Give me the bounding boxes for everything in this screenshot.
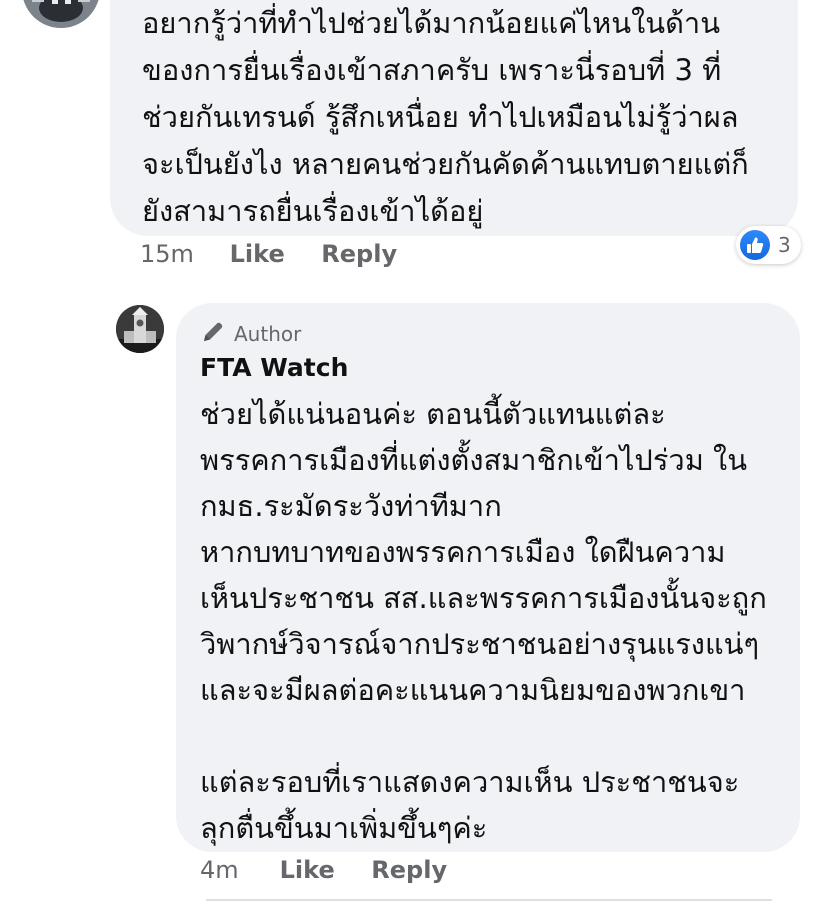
divider xyxy=(206,899,772,901)
reaction-summary[interactable]: 3 xyxy=(736,226,801,264)
comment-text: อยากรู้ว่าที่ทำไปช่วยได้มากน้อยแค่ไหนในด… xyxy=(142,0,792,235)
comment-line: ของการยื่นเรื่องเข้าสภาครับ เพราะนี่รอบท… xyxy=(142,53,722,87)
reply-button[interactable]: Reply xyxy=(321,240,397,268)
comment-line: ช่วยกันเทรนด์ รู้สึกเหนื่อย ทำไปเหมือนไม… xyxy=(142,100,739,134)
comment-line: อยากรู้ว่าที่ทำไปช่วยได้มากน้อยแค่ไหนในด… xyxy=(142,6,721,40)
reply-line: หากบทบาทของพรรคการเมือง ใดฝืนความ xyxy=(200,535,726,569)
page-avatar[interactable] xyxy=(116,305,164,353)
reply-text: ช่วยได้แน่นอนค่ะ ตอนนี้ตัวแทนแต่ละ พรรคก… xyxy=(200,391,790,851)
commenter-avatar[interactable] xyxy=(22,0,100,28)
comment-meta: 15m Like Reply xyxy=(140,240,397,268)
reply-line: กมธ.ระมัดระวังท่าทีมาก xyxy=(200,489,502,523)
author-badge-label: Author xyxy=(234,322,302,346)
reply-line xyxy=(200,713,790,759)
thumbs-up-icon xyxy=(740,230,770,260)
reply-line: ลุกตื่นขึ้นมาเพิ่มขึ้นๆค่ะ xyxy=(200,811,488,845)
reply-line: พรรคการเมืองที่แต่งตั้งสมาชิกเข้าไปร่วม … xyxy=(200,443,748,477)
like-button[interactable]: Like xyxy=(280,856,364,884)
reply-line: วิพากษ์วิจารณ์จากประชาชนอย่างรุนแรงแน่ๆ xyxy=(200,627,760,661)
author-badge: Author xyxy=(200,319,301,349)
comment-line: ยังสามารถยื่นเรื่องเข้าได้อยู่ xyxy=(142,194,484,228)
reply-meta: 4m Like Reply xyxy=(200,856,447,884)
pencil-icon xyxy=(200,319,226,349)
comment-thread: อยากรู้ว่าที่ทำไปช่วยได้มากน้อยแค่ไหนในด… xyxy=(0,0,827,905)
reply-line: ช่วยได้แน่นอนค่ะ ตอนนี้ตัวแทนแต่ละ xyxy=(200,397,666,431)
comment-timestamp[interactable]: 15m xyxy=(140,240,222,268)
comment-line: จะเป็นยังไง หลายคนช่วยกันคัดค้านแทบตายแต… xyxy=(142,147,749,181)
reaction-count: 3 xyxy=(778,233,791,257)
reply-line: และจะมีผลต่อคะแนนความนิยมของพวกเขา xyxy=(200,673,746,707)
commenter-name[interactable]: FTA Watch xyxy=(200,353,348,382)
like-button[interactable]: Like xyxy=(230,240,314,268)
reply-line: แต่ละรอบที่เราแสดงความเห็น ประชาชนจะ xyxy=(200,765,740,799)
reply-timestamp[interactable]: 4m xyxy=(200,856,272,884)
reply-button[interactable]: Reply xyxy=(371,856,447,884)
reply-line: เห็นประชาชน สส.และพรรคการเมืองนั้นจะถูก xyxy=(200,581,767,615)
